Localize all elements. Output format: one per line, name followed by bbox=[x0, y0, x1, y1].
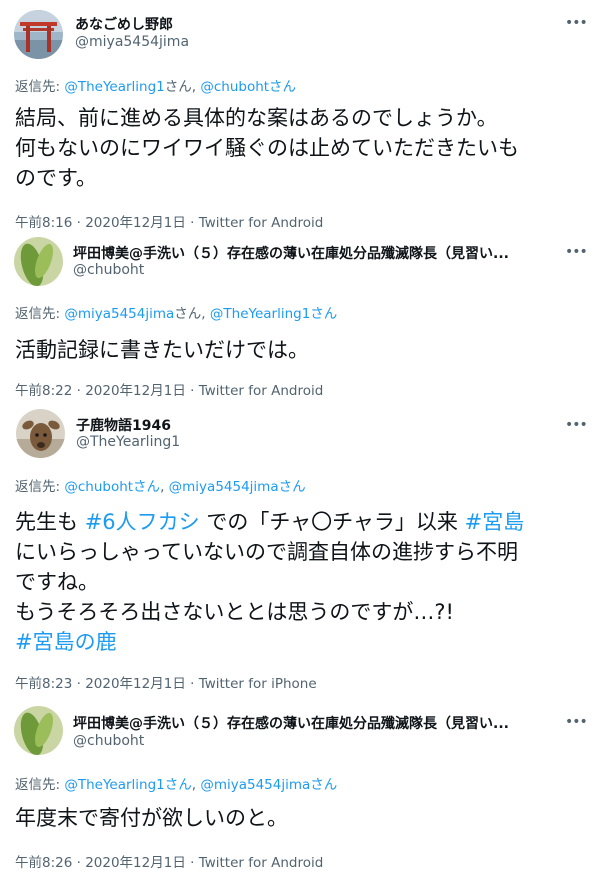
author-name[interactable]: あなごめし野郎 bbox=[75, 14, 515, 34]
reply-to-line: 返信先: @TheYearling1さん, @miya5454jimaさん bbox=[15, 773, 337, 793]
mention-link[interactable]: @miya5454jima bbox=[64, 306, 174, 322]
avatar-plant[interactable] bbox=[14, 706, 63, 755]
mention-separator: さん, bbox=[164, 79, 201, 95]
tweet-date[interactable]: 2020年12月1日 bbox=[85, 676, 186, 692]
tweet-2: 坪田博美@手洗い（５）存在感の薄い在庫処分品殲滅隊長（見習い... @chubo… bbox=[0, 232, 596, 406]
reply-prefix: 返信先: bbox=[15, 79, 65, 95]
mention-link[interactable]: @chubohtさん bbox=[64, 479, 160, 495]
tweet-time[interactable]: 午前8:22 bbox=[15, 383, 72, 399]
text-line: にいらっしゃっていないので調査自体の進捗すら不明 bbox=[15, 540, 518, 564]
tweet-4: 坪田博美@手洗い（５）存在感の薄い在庫処分品殲滅隊長（見習い... @chubo… bbox=[0, 700, 596, 882]
mention-separator: , bbox=[160, 479, 169, 495]
mention-link[interactable]: @TheYearling1さん bbox=[64, 777, 191, 793]
avatar-torii[interactable] bbox=[14, 10, 63, 59]
text-line: 活動記録に書きたいだけでは。 bbox=[15, 338, 309, 362]
tweet-text: 年度末で寄付が欲しいのと。 bbox=[15, 803, 581, 833]
text-line: のです。 bbox=[15, 166, 97, 190]
tweet-text: 結局、前に進める具体的な案はあるのでしょうか。 何もないのにワイワイ騒ぐのは止め… bbox=[15, 103, 581, 193]
hashtag-link[interactable]: #宮島の鹿 bbox=[15, 630, 117, 654]
tweet-meta: 午前8:23 · 2020年12月1日 · Twitter for iPhone bbox=[15, 676, 317, 692]
more-options-icon[interactable]: ••• bbox=[565, 16, 588, 30]
tweet-time[interactable]: 午前8:23 bbox=[15, 676, 72, 692]
avatar-deer[interactable] bbox=[16, 409, 65, 458]
author-name[interactable]: 坪田博美@手洗い（５）存在感の薄い在庫処分品殲滅隊長（見習い... bbox=[73, 243, 533, 263]
mention-link[interactable]: @miya5454jimaさん bbox=[169, 479, 306, 495]
author-handle[interactable]: @TheYearling1 bbox=[76, 434, 180, 450]
mention-link[interactable]: @miya5454jimaさん bbox=[200, 777, 337, 793]
text-line: 年度末で寄付が欲しいのと。 bbox=[15, 806, 288, 830]
mention-link[interactable]: @chubohtさん bbox=[200, 79, 296, 95]
author-name[interactable]: 坪田博美@手洗い（５）存在感の薄い在庫処分品殲滅隊長（見習い... bbox=[73, 713, 533, 733]
author-handle[interactable]: @chuboht bbox=[73, 733, 144, 749]
tweet-date[interactable]: 2020年12月1日 bbox=[85, 215, 186, 231]
reply-prefix: 返信先: bbox=[15, 479, 65, 495]
tweet-time[interactable]: 午前8:26 bbox=[15, 855, 72, 871]
tweet-text: 活動記録に書きたいだけでは。 bbox=[15, 335, 581, 365]
more-options-icon[interactable]: ••• bbox=[565, 715, 588, 729]
tweet-3: 子鹿物語1946 @TheYearling1 ••• 返信先: @chuboht… bbox=[0, 406, 596, 700]
tweet-source[interactable]: Twitter for Android bbox=[199, 855, 324, 871]
mention-link[interactable]: @TheYearling1 bbox=[64, 79, 164, 95]
hashtag-link[interactable]: #宮島 bbox=[465, 510, 525, 534]
text-line: 先生も #6人フカシ での「チャ〇チャラ」以来 #宮島 bbox=[15, 510, 525, 534]
text-line: 何もないのにワイワイ騒ぐのは止めていただきたいも bbox=[15, 136, 519, 160]
text-line: 結局、前に進める具体的な案はあるのでしょうか。 bbox=[15, 106, 498, 130]
reply-to-line: 返信先: @TheYearling1さん, @chubohtさん bbox=[15, 75, 296, 95]
tweet-meta: 午前8:26 · 2020年12月1日 · Twitter for Androi… bbox=[15, 855, 324, 871]
tweet-source[interactable]: Twitter for iPhone bbox=[199, 676, 317, 692]
tweet-1: あなごめし野郎 @miya5454jima ••• 返信先: @TheYearl… bbox=[0, 0, 596, 232]
tweet-meta: 午前8:22 · 2020年12月1日 · Twitter for Androi… bbox=[15, 383, 324, 399]
more-options-icon[interactable]: ••• bbox=[565, 418, 588, 432]
text-line: もうそろそろ出さないととは思うのですが…?! bbox=[15, 600, 454, 624]
tweet-source[interactable]: Twitter for Android bbox=[199, 215, 324, 231]
reply-prefix: 返信先: bbox=[15, 777, 65, 793]
tweet-source[interactable]: Twitter for Android bbox=[199, 383, 324, 399]
tweet-time[interactable]: 午前8:16 bbox=[15, 215, 72, 231]
text-line: #宮島の鹿 bbox=[15, 627, 581, 657]
author-name[interactable]: 子鹿物語1946 bbox=[76, 415, 516, 435]
tweet-text: 先生も #6人フカシ での「チャ〇チャラ」以来 #宮島 にいらっしゃっていないの… bbox=[15, 507, 581, 657]
author-handle[interactable]: @chuboht bbox=[73, 262, 144, 278]
tweet-date[interactable]: 2020年12月1日 bbox=[85, 855, 186, 871]
mention-separator: さん, bbox=[174, 306, 210, 322]
reply-to-line: 返信先: @chubohtさん, @miya5454jimaさん bbox=[15, 475, 306, 495]
mention-link[interactable]: @TheYearling1さん bbox=[210, 306, 337, 322]
more-options-icon[interactable]: ••• bbox=[565, 245, 588, 259]
reply-prefix: 返信先: bbox=[15, 306, 65, 322]
tweet-meta: 午前8:16 · 2020年12月1日 · Twitter for Androi… bbox=[15, 215, 324, 231]
hashtag-link[interactable]: #6人フカシ bbox=[85, 510, 200, 534]
author-handle[interactable]: @miya5454jima bbox=[75, 34, 189, 50]
text-line: ですね。 bbox=[15, 570, 99, 594]
tweet-date[interactable]: 2020年12月1日 bbox=[85, 383, 186, 399]
reply-to-line: 返信先: @miya5454jimaさん, @TheYearling1さん bbox=[15, 302, 337, 322]
avatar-plant[interactable] bbox=[14, 237, 63, 286]
